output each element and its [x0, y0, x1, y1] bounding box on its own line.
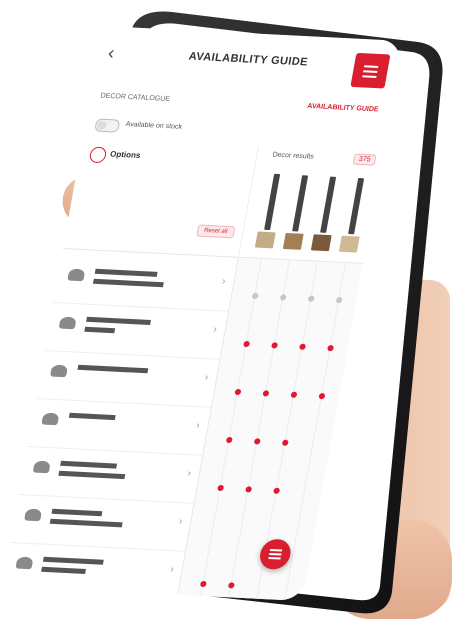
- availability-dot: [307, 295, 315, 302]
- availability-dot: [318, 393, 326, 400]
- item-title-placeholder: [94, 268, 158, 277]
- menu-button[interactable]: [350, 52, 391, 89]
- filter-icon: [269, 548, 283, 552]
- item-title-placeholder: [86, 316, 151, 325]
- availability-dot: [234, 388, 242, 396]
- swatch-column[interactable]: [282, 175, 314, 254]
- availability-dot: [245, 486, 253, 493]
- chevron-right-icon: ›: [169, 564, 175, 576]
- chevron-right-icon: ›: [203, 372, 210, 384]
- availability-dot: [271, 342, 279, 349]
- filter-line: [269, 552, 282, 556]
- availability-dot: [217, 484, 225, 492]
- decor-swatch: [338, 235, 360, 253]
- availability-dot: [290, 391, 298, 398]
- options-label[interactable]: Options: [109, 150, 141, 161]
- availability-dot: [279, 294, 287, 301]
- availability-dot: [273, 487, 281, 494]
- reset-all-button[interactable]: Reset all: [195, 224, 236, 239]
- availability-dot: [299, 343, 307, 350]
- product-icon: [15, 556, 34, 570]
- item-title-placeholder: [51, 508, 103, 517]
- availability-dot: [227, 582, 235, 589]
- options-panel: Options Reset all: [63, 138, 259, 255]
- swatch-bar: [348, 178, 365, 235]
- chevron-right-icon: ›: [221, 276, 227, 288]
- availability-dot: [243, 340, 251, 348]
- item-title-placeholder: [60, 460, 118, 469]
- results-header: Decor results 375: [254, 147, 383, 173]
- item-title-placeholder: [77, 364, 149, 374]
- swatch-bar: [264, 173, 281, 231]
- chevron-right-icon: ›: [212, 324, 218, 336]
- chevron-right-icon: ›: [177, 516, 184, 528]
- item-subtitle-placeholder: [84, 326, 116, 334]
- options-icon[interactable]: [88, 146, 108, 164]
- availability-dot: [335, 297, 343, 304]
- availability-dot: [199, 580, 207, 588]
- item-subtitle-placeholder: [58, 470, 126, 480]
- item-subtitle-placeholder: [92, 278, 164, 288]
- swatch-column[interactable]: [310, 176, 342, 255]
- availability-dot: [281, 439, 289, 446]
- hamburger-menu-icon: [363, 65, 379, 68]
- item-title-placeholder: [68, 412, 116, 421]
- swatch-bar: [292, 175, 309, 232]
- item-subtitle-placeholder: [49, 518, 123, 528]
- decor-swatch: [282, 232, 304, 250]
- chevron-right-icon: ›: [195, 420, 201, 432]
- decor-results-label: Decor results: [271, 151, 315, 161]
- availability-dot: [253, 438, 261, 445]
- decor-swatch: [310, 234, 332, 252]
- product-icon: [67, 268, 86, 282]
- availability-dot: [225, 436, 233, 444]
- product-icon: [32, 460, 51, 474]
- stock-toggle-label: Available on stock: [125, 121, 183, 131]
- availability-dot: [262, 390, 270, 397]
- hamburger-line: [363, 70, 378, 73]
- item-title-placeholder: [42, 556, 104, 565]
- decor-swatch: [254, 231, 276, 249]
- product-icon: [50, 364, 69, 378]
- swatch-column[interactable]: [338, 178, 370, 257]
- decor-catalogue-link[interactable]: DECOR CATALOGUE: [100, 93, 171, 103]
- availability-guide-link[interactable]: AVAILABILITY GUIDE: [307, 103, 379, 114]
- filter-line: [268, 556, 281, 560]
- product-icon: [58, 316, 77, 330]
- stock-toggle[interactable]: [94, 118, 121, 133]
- availability-dot: [327, 345, 335, 352]
- swatch-bar: [320, 176, 337, 233]
- swatch-column[interactable]: [254, 173, 286, 253]
- toggle-knob: [96, 120, 108, 131]
- hamburger-line: [362, 75, 377, 78]
- results-count-badge: 375: [352, 153, 377, 166]
- chevron-right-icon: ›: [186, 468, 192, 480]
- availability-dot: [251, 292, 259, 300]
- product-icon: [41, 412, 60, 426]
- product-icon: [24, 508, 43, 522]
- item-subtitle-placeholder: [41, 566, 86, 574]
